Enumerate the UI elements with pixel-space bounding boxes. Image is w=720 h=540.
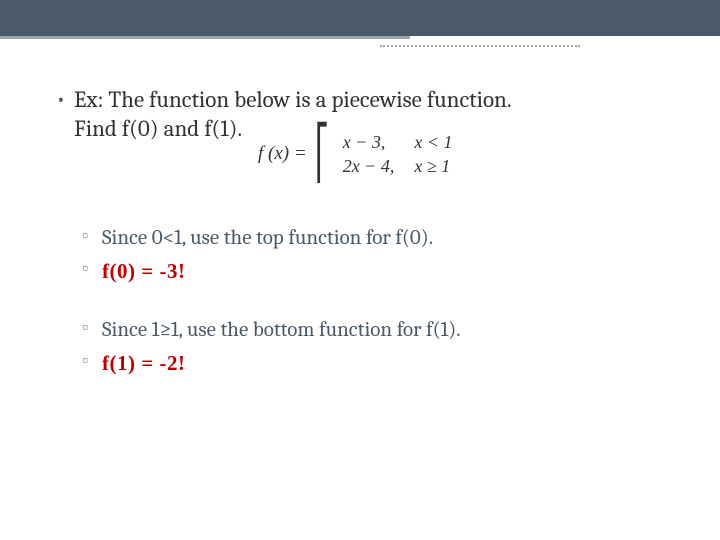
answer-2-text: f(1) = -2! — [102, 351, 185, 375]
header-rule-thick — [0, 36, 410, 39]
case-row-2: 2x − 4, x ≥ 1 — [333, 154, 463, 179]
inner-list: Since 0<1, use the top function for f(0)… — [74, 222, 680, 382]
answer-1-text: f(0) = -3! — [102, 259, 185, 283]
case2-expr: 2x − 4, — [333, 154, 405, 179]
prompt-line-1: Ex: The function below is a piecewise fu… — [74, 86, 512, 113]
header-band — [0, 0, 720, 36]
left-bracket-icon: ⎡ — [315, 128, 329, 180]
piecewise-equation: f (x) = ⎡ x − 3, x < 1 2x − 4, x ≥ 1 — [258, 128, 462, 180]
cases-table: x − 3, x < 1 2x − 4, x ≥ 1 — [333, 130, 463, 179]
step-1: Since 0<1, use the top function for f(0)… — [74, 222, 680, 256]
case1-cond: x < 1 — [404, 130, 462, 155]
slide: Ex: The function below is a piecewise fu… — [0, 0, 720, 540]
case-row-1: x − 3, x < 1 — [333, 130, 463, 155]
step-spacer — [74, 290, 680, 314]
header-rule-dotted — [380, 45, 580, 48]
equation-lhs: f (x) = — [258, 142, 307, 166]
case2-cond: x ≥ 1 — [404, 154, 462, 179]
content-area: Ex: The function below is a piecewise fu… — [50, 86, 680, 382]
example-item: Ex: The function below is a piecewise fu… — [50, 86, 680, 382]
answer-1: f(0) = -3! — [74, 255, 680, 290]
step-2: Since 1≥1, use the bottom function for f… — [74, 314, 680, 348]
prompt-line-2: Find f(0) and f(1). — [74, 115, 242, 142]
outer-list: Ex: The function below is a piecewise fu… — [50, 86, 680, 382]
case1-expr: x − 3, — [333, 130, 405, 155]
answer-2: f(1) = -2! — [74, 347, 680, 382]
